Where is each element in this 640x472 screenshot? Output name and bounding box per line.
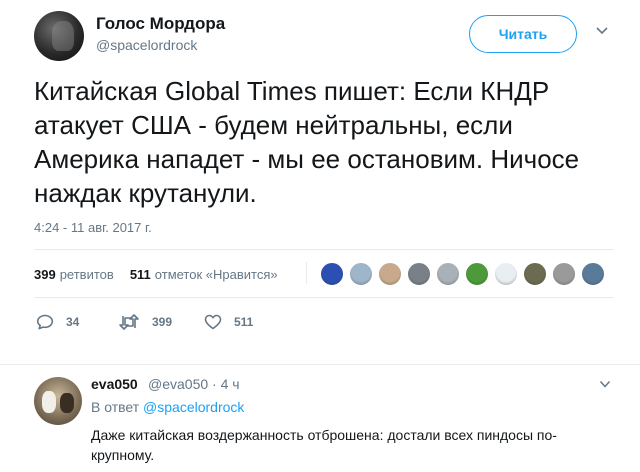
- tweet-timestamp[interactable]: 4:24 - 11 авг. 2017 г.: [34, 220, 152, 235]
- liker-avatar[interactable]: [436, 262, 460, 286]
- likes-label[interactable]: отметок «Нравится»: [155, 267, 278, 282]
- reply-author-avatar[interactable]: [34, 377, 82, 425]
- chevron-down-icon[interactable]: [599, 380, 611, 389]
- tweet-stats: 399 ретвитов 511 отметок «Нравится»: [34, 267, 278, 282]
- retweet-icon: [119, 314, 139, 330]
- retweets-count[interactable]: 399: [34, 267, 56, 282]
- liker-avatars: [320, 262, 610, 286]
- liker-avatar[interactable]: [378, 262, 402, 286]
- retweet-count: 399: [152, 315, 173, 329]
- author-avatar[interactable]: [34, 11, 84, 61]
- reply-author-display-name[interactable]: eva050: [91, 376, 138, 392]
- liker-avatar[interactable]: [407, 262, 431, 286]
- liker-avatar[interactable]: [552, 262, 576, 286]
- reply-icon: [36, 314, 54, 330]
- reply-count: 34: [66, 315, 80, 329]
- reply-tweet[interactable]: eva050 @eva050 · 4 ч В ответ @spacelordr…: [0, 365, 640, 472]
- author-screen-name[interactable]: @spacelordrock: [96, 37, 197, 53]
- liker-avatar[interactable]: [465, 262, 489, 286]
- in-reply-to: В ответ @spacelordrock: [91, 399, 244, 415]
- liker-avatar[interactable]: [349, 262, 373, 286]
- tweet-actions: 34 399 511: [36, 314, 253, 330]
- retweets-label[interactable]: ретвитов: [60, 267, 114, 282]
- liker-avatar[interactable]: [523, 262, 547, 286]
- likes-count[interactable]: 511: [130, 267, 151, 282]
- in-reply-prefix: В ответ: [91, 399, 140, 415]
- author-display-name[interactable]: Голос Мордора: [96, 14, 225, 34]
- follow-button[interactable]: Читать: [469, 15, 577, 53]
- liker-avatar[interactable]: [581, 262, 605, 286]
- retweet-button[interactable]: 399: [118, 314, 204, 330]
- divider: [34, 297, 614, 298]
- in-reply-mention[interactable]: @spacelordrock: [143, 399, 244, 415]
- reply-button[interactable]: 34: [36, 314, 118, 330]
- liker-avatar[interactable]: [494, 262, 518, 286]
- like-count: 511: [234, 315, 254, 329]
- reply-text: Даже китайская воздержанность отброшена:…: [91, 427, 557, 463]
- divider: [34, 249, 614, 250]
- like-button[interactable]: 511: [204, 314, 253, 330]
- tweet-text: Китайская Global Times пишет: Если КНДР …: [34, 76, 580, 208]
- stats-separator: [306, 262, 307, 284]
- chevron-down-icon[interactable]: [595, 26, 609, 36]
- liker-avatar[interactable]: [320, 262, 344, 286]
- main-tweet: Голос Мордора @spacelordrock Читать Кита…: [0, 0, 640, 364]
- reply-author-meta[interactable]: @eva050 · 4 ч: [148, 376, 240, 392]
- heart-icon: [204, 314, 222, 330]
